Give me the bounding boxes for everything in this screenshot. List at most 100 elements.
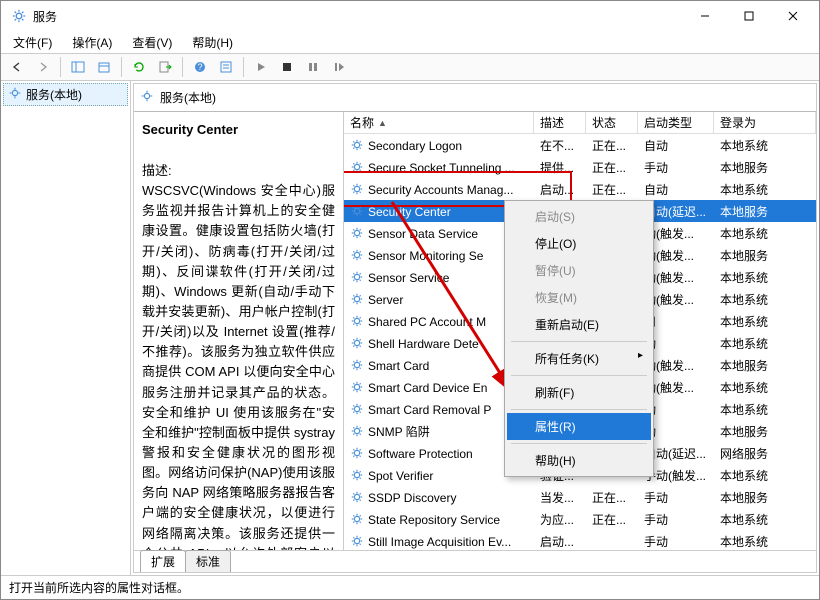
tree-item-label: 服务(本地)	[26, 86, 82, 103]
window-controls	[683, 2, 815, 30]
column-description[interactable]: 描述	[534, 112, 586, 133]
gear-icon	[350, 314, 364, 328]
service-desc-cell: 在不...	[534, 137, 586, 154]
service-logon-cell: 本地服务	[714, 357, 816, 374]
menu-view[interactable]: 查看(V)	[128, 32, 176, 53]
tabs: 扩展 标准	[134, 550, 816, 572]
service-logon-cell: 本地服务	[714, 247, 816, 264]
service-logon-cell: 本地系统	[714, 225, 816, 242]
toolbar-divider	[60, 57, 61, 77]
context-menu-item[interactable]: 刷新(F)	[507, 379, 651, 406]
context-menu-separator	[511, 443, 647, 444]
table-row[interactable]: Security Accounts Manag...启动...正在...自动本地…	[344, 178, 816, 200]
gear-icon	[350, 336, 364, 350]
service-logon-cell: 本地服务	[714, 159, 816, 176]
app-icon	[11, 8, 27, 24]
gear-icon	[350, 138, 364, 152]
service-details-panel: Security Center 描述: WSCSVC(Windows 安全中心)…	[134, 112, 344, 550]
gear-icon	[350, 160, 364, 174]
back-button[interactable]	[5, 55, 29, 79]
service-start-cell: 手动	[638, 533, 714, 550]
service-start-cell: 自动	[638, 181, 714, 198]
pane-title: 服务(本地)	[160, 89, 216, 106]
service-desc-cell: 启动...	[534, 533, 586, 550]
toolbar-divider	[182, 57, 183, 77]
menu-file[interactable]: 文件(F)	[9, 32, 56, 53]
service-name-cell: Secondary Logon	[368, 139, 462, 153]
service-name-cell: Sensor Service	[368, 271, 449, 285]
context-menu-item[interactable]: 所有任务(K)	[507, 345, 651, 372]
context-menu-separator	[511, 409, 647, 410]
properties-button[interactable]	[214, 55, 238, 79]
service-name-cell: Still Image Acquisition Ev...	[368, 535, 511, 549]
service-logon-cell: 本地系统	[714, 533, 816, 550]
gear-icon	[350, 292, 364, 306]
service-logon-cell: 本地系统	[714, 291, 816, 308]
toolbar: ?	[1, 53, 819, 81]
table-row[interactable]: Secure Socket Tunneling ...提供...正在...手动本…	[344, 156, 816, 178]
service-logon-cell: 本地系统	[714, 313, 816, 330]
minimize-button[interactable]	[683, 2, 727, 30]
context-menu-item[interactable]: 属性(R)	[507, 413, 651, 440]
context-menu-item[interactable]: 停止(O)	[507, 230, 651, 257]
gear-icon	[350, 490, 364, 504]
service-name-cell: Spot Verifier	[368, 469, 433, 483]
menubar: 文件(F) 操作(A) 查看(V) 帮助(H)	[1, 31, 819, 53]
column-startup-type[interactable]: 启动类型	[638, 112, 714, 133]
tab-standard[interactable]: 标准	[185, 550, 231, 572]
forward-button[interactable]	[31, 55, 55, 79]
services-icon	[140, 89, 154, 106]
gear-icon	[350, 402, 364, 416]
service-name-cell: Shared PC Account M	[368, 315, 486, 329]
service-logon-cell: 本地系统	[714, 335, 816, 352]
gear-icon	[350, 446, 364, 460]
help-button[interactable]: ?	[188, 55, 212, 79]
window-title: 服务	[33, 8, 683, 25]
close-button[interactable]	[771, 2, 815, 30]
gear-icon	[350, 358, 364, 372]
services-icon	[8, 86, 22, 103]
service-name-cell: Security Center	[368, 205, 451, 219]
column-logon-as[interactable]: 登录为	[714, 112, 816, 133]
description-label: 描述:	[142, 163, 172, 178]
restart-service-button[interactable]	[327, 55, 351, 79]
menu-action[interactable]: 操作(A)	[68, 32, 116, 53]
context-menu-item[interactable]: 帮助(H)	[507, 447, 651, 474]
table-row[interactable]: Secondary Logon在不...正在...自动本地系统	[344, 134, 816, 156]
start-service-button[interactable]	[249, 55, 273, 79]
table-row[interactable]: State Repository Service为应...正在...手动本地系统	[344, 508, 816, 530]
column-name[interactable]: 名称▲	[344, 112, 534, 133]
list-header: 名称▲ 描述 状态 启动类型 登录为	[344, 112, 816, 134]
service-desc-cell: 提供...	[534, 159, 586, 176]
service-logon-cell: 本地系统	[714, 467, 816, 484]
table-row[interactable]: Still Image Acquisition Ev... 启动... 手动本地系统	[344, 530, 816, 550]
menu-help[interactable]: 帮助(H)	[188, 32, 237, 53]
show-hide-tree-button[interactable]	[66, 55, 90, 79]
refresh-button[interactable]	[127, 55, 151, 79]
right-pane: 服务(本地) Security Center 描述: WSCSVC(Window…	[133, 83, 817, 573]
tree-item-local-services[interactable]: 服务(本地)	[3, 83, 128, 106]
service-name-cell: Sensor Data Service	[368, 227, 478, 241]
export-button[interactable]	[92, 55, 116, 79]
service-status-cell: 正在...	[586, 511, 638, 528]
gear-icon	[350, 226, 364, 240]
service-logon-cell: 本地系统	[714, 379, 816, 396]
service-name-cell: SNMP 陷阱	[368, 425, 430, 439]
gear-icon	[350, 424, 364, 438]
table-row[interactable]: SSDP Discovery当发...正在...手动本地服务	[344, 486, 816, 508]
service-name-cell: Smart Card	[368, 359, 429, 373]
service-logon-cell: 本地系统	[714, 181, 816, 198]
context-menu-item[interactable]: 重新启动(E)	[507, 311, 651, 338]
stop-service-button[interactable]	[275, 55, 299, 79]
toolbar-divider	[121, 57, 122, 77]
service-status-cell: 正在...	[586, 181, 638, 198]
column-status[interactable]: 状态	[586, 112, 638, 133]
selected-service-name: Security Center	[142, 122, 335, 137]
maximize-button[interactable]	[727, 2, 771, 30]
service-name-cell: SSDP Discovery	[368, 491, 456, 505]
pause-service-button[interactable]	[301, 55, 325, 79]
export-list-button[interactable]	[153, 55, 177, 79]
tab-extended[interactable]: 扩展	[140, 550, 186, 572]
context-menu-separator	[511, 375, 647, 376]
service-start-cell: 手动	[638, 511, 714, 528]
